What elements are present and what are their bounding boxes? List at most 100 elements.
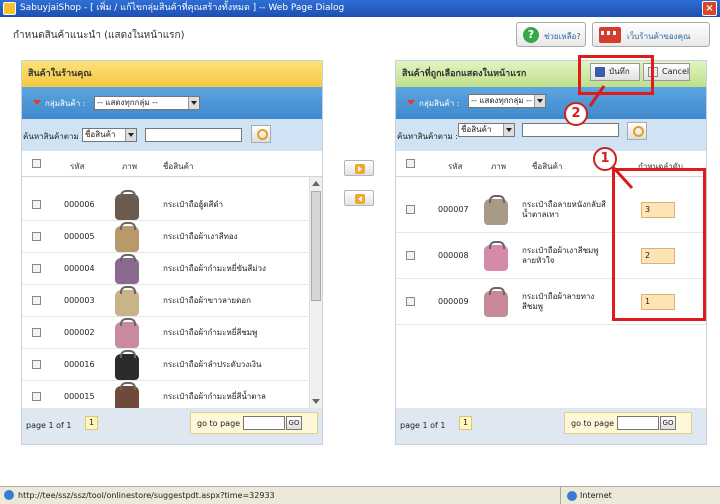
row-checkbox[interactable]: [32, 392, 41, 401]
globe-icon: [567, 490, 577, 501]
product-code: 000015: [64, 392, 95, 401]
product-code: 000005: [64, 232, 95, 241]
scroll-thumb[interactable]: [311, 191, 321, 301]
search-bar: ค้นหาสินค้าตาม : ชื่อสินค้า: [22, 119, 322, 151]
highlight-save-box: [578, 55, 654, 95]
product-name: กระเป๋าถือผ้าลายทางสีชมพู: [522, 292, 595, 311]
row-checkbox[interactable]: [32, 296, 41, 305]
row-checkbox[interactable]: [32, 264, 41, 273]
row-checkbox[interactable]: [32, 360, 41, 369]
product-list: 000006 กระเป๋าถือฮู้ดสีดำ 000005 กระเป๋าถือ…: [22, 177, 322, 408]
cancel-label: Cancel: [662, 67, 690, 76]
product-code: 000003: [64, 296, 95, 305]
table-row: 000003 กระเป๋าถือผ้าขาวลายดอก: [22, 285, 308, 317]
product-code: 000002: [64, 328, 95, 337]
page-number-link[interactable]: 1: [459, 416, 472, 430]
go-button[interactable]: GO: [286, 416, 302, 430]
ie-icon: [4, 490, 14, 500]
search-icon[interactable]: [251, 125, 271, 143]
product-thumbnail[interactable]: [484, 241, 508, 271]
product-thumbnail[interactable]: [115, 318, 139, 348]
goto-label: go to page: [571, 419, 615, 428]
product-thumbnail[interactable]: [115, 286, 139, 316]
page-info: page 1 of 1: [400, 421, 446, 430]
goto-page-input[interactable]: [243, 416, 285, 430]
search-by-select[interactable]: ชื่อสินค้า: [82, 128, 137, 142]
group-select-value: -- แสดงทุกกลุ่ม --: [471, 96, 532, 105]
search-input[interactable]: [145, 128, 242, 142]
row-checkbox[interactable]: [406, 297, 415, 306]
search-label: ค้นหาสินค้าตาม :: [397, 132, 458, 141]
product-thumbnail[interactable]: [115, 254, 139, 284]
goto-label: go to page: [197, 419, 241, 428]
search-by-select[interactable]: ชื่อสินค้า: [458, 123, 515, 137]
move-left-button[interactable]: [344, 190, 374, 206]
row-checkbox[interactable]: [406, 251, 415, 260]
row-checkbox[interactable]: [32, 232, 41, 241]
select-all-checkbox[interactable]: [406, 159, 415, 168]
app-icon: [3, 2, 16, 15]
page-info: page 1 of 1: [26, 421, 72, 430]
security-zone: Internet: [560, 487, 720, 504]
group-select-value: -- แสดงทุกกลุ่ม --: [97, 98, 158, 107]
question-icon: ?: [523, 27, 539, 43]
product-thumbnail[interactable]: [484, 287, 508, 317]
help-label: ช่วยเหลือ?: [544, 32, 581, 41]
row-checkbox[interactable]: [32, 200, 41, 209]
product-thumbnail[interactable]: [115, 222, 139, 252]
group-label: กลุ่มสินค้า :: [419, 99, 460, 108]
product-thumbnail[interactable]: [115, 382, 139, 408]
scroll-down-icon[interactable]: [312, 399, 320, 404]
group-label: กลุ่มสินค้า :: [45, 99, 86, 108]
goto-page: go to page GO: [564, 412, 692, 434]
arrow-left-icon: [355, 194, 365, 204]
select-all-checkbox[interactable]: [32, 159, 41, 168]
group-select[interactable]: -- แสดงทุกกลุ่ม --: [468, 94, 546, 108]
scroll-up-icon[interactable]: [312, 181, 320, 186]
table-row: 000004 กระเป๋าถือผ้ากำมะหยี่ขันสีม่วง: [22, 253, 308, 285]
window-titlebar: SabuyjaiShop - [ เพิ่ม / แก้ไขกลุ่มสินค้…: [0, 0, 720, 17]
search-label: ค้นหาสินค้าตาม :: [23, 132, 84, 141]
product-thumbnail[interactable]: [115, 190, 139, 220]
product-name: กระเป๋าถือผ้ากำมะหยี่สีน้ำตาล: [163, 392, 266, 401]
close-icon[interactable]: ×: [702, 1, 717, 16]
product-code: 000016: [64, 360, 95, 369]
table-row: 000015 กระเป๋าถือผ้ากำมะหยี่สีน้ำตาล: [22, 381, 308, 408]
go-button[interactable]: GO: [660, 416, 676, 430]
window-title: SabuyjaiShop - [ เพิ่ม / แก้ไขกลุ่มสินค้…: [20, 3, 345, 13]
goto-page-input[interactable]: [617, 416, 659, 430]
shop-icon: [599, 27, 621, 43]
product-thumbnail[interactable]: [115, 350, 139, 380]
product-code: 000004: [64, 264, 95, 273]
product-name: กระเป๋าถือผ้าเงาสีชมพูลายหัวใจ: [522, 246, 599, 265]
panel-header: สินค้าในร้านคุณ: [22, 61, 322, 87]
group-select[interactable]: -- แสดงทุกกลุ่ม --: [94, 96, 200, 110]
arrow-right-icon: [355, 164, 365, 174]
product-thumbnail[interactable]: [484, 195, 508, 225]
shop-website-button[interactable]: เว็บร้านค้าของคุณ: [592, 22, 710, 47]
table-header: รหัส ภาพ ชื่อสินค้า: [22, 151, 322, 177]
store-products-panel: สินค้าในร้านคุณ กลุ่มสินค้า : -- แสดงทุก…: [21, 60, 323, 445]
search-bar: ค้นหาสินค้าตาม : ชื่อสินค้า: [396, 119, 706, 151]
col-name: ชื่อสินค้า: [532, 162, 563, 171]
chevron-down-icon: [125, 129, 136, 141]
vertical-scrollbar[interactable]: [309, 177, 322, 408]
search-icon[interactable]: [627, 122, 647, 140]
product-code: 000006: [64, 200, 95, 209]
table-row: 000002 กระเป๋าถือผ้ากำมะหยี่สีชมพู: [22, 317, 308, 349]
arrow-down-icon: [407, 100, 415, 105]
row-checkbox[interactable]: [406, 205, 415, 214]
product-name: กระเป๋าถือผ้ากำมะหยี่สีชมพู: [163, 328, 258, 337]
help-button[interactable]: ? ช่วยเหลือ?: [516, 22, 586, 47]
page-number-link[interactable]: 1: [85, 416, 98, 430]
row-checkbox[interactable]: [32, 328, 41, 337]
product-name: กระเป๋าถือผ้ากำมะหยี่ขันสีม่วง: [163, 264, 266, 273]
col-name: ชื่อสินค้า: [163, 162, 194, 171]
col-code: รหัส: [70, 162, 85, 171]
search-by-value: ชื่อสินค้า: [461, 125, 492, 134]
move-right-button[interactable]: [344, 160, 374, 176]
callout-one: 1: [593, 147, 617, 171]
product-name: กระเป๋าถือผ้าเงาสีทอง: [163, 232, 238, 241]
goto-page: go to page GO: [190, 412, 318, 434]
group-filter-bar: กลุ่มสินค้า : -- แสดงทุกกลุ่ม --: [22, 87, 322, 119]
